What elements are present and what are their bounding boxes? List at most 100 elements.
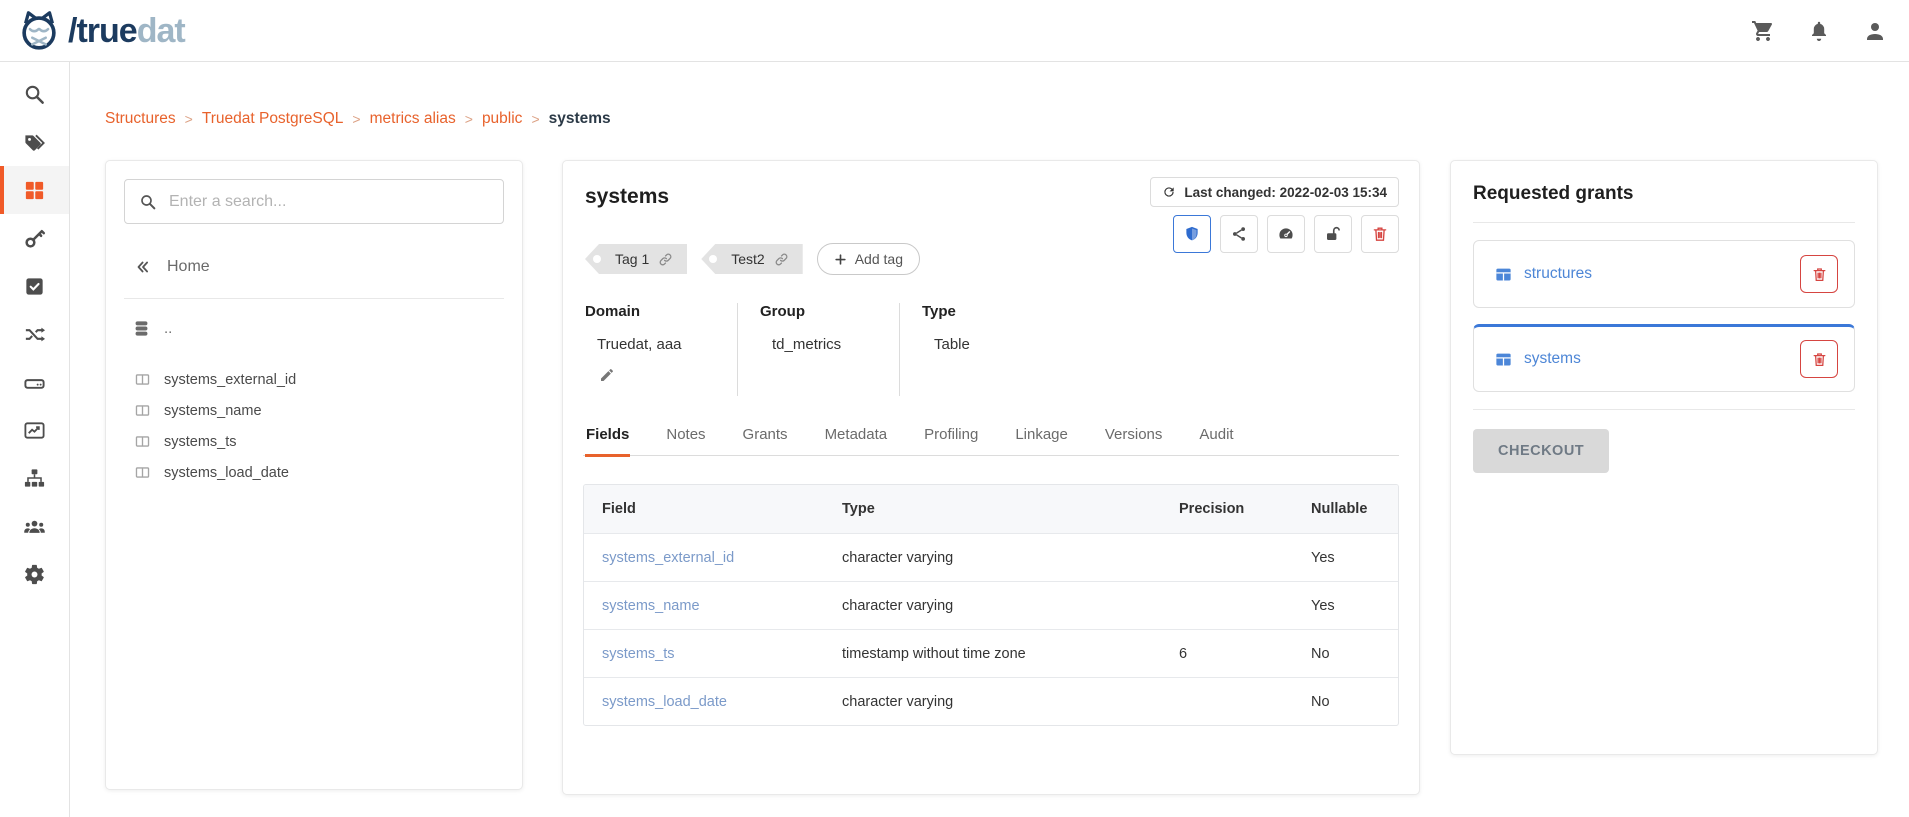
trash-icon [1811, 351, 1828, 368]
link-icon[interactable] [658, 252, 673, 267]
truedat-logo[interactable]: /truedat [0, 8, 185, 54]
tab-fields[interactable]: Fields [585, 426, 630, 455]
table-row: systems_ts timestamp without time zone 6… [584, 629, 1398, 677]
tags-icon [23, 131, 46, 154]
unlock-button[interactable] [1314, 215, 1352, 253]
tab-grants[interactable]: Grants [742, 426, 789, 455]
edit-domain-pencil-icon[interactable] [599, 367, 615, 383]
tab-linkage[interactable]: Linkage [1014, 426, 1069, 455]
browser-field-item[interactable]: systems_name [124, 395, 504, 426]
fields-table-header: Field Type Precision Nullable [584, 485, 1398, 533]
structure-detail-panel: systems Last changed: 2022-02-03 15:34 [562, 160, 1420, 795]
refresh-icon [1162, 185, 1176, 199]
columns-icon [134, 433, 151, 450]
key-icon [23, 227, 46, 250]
share-icon [1230, 225, 1248, 243]
delete-structure-button[interactable] [1361, 215, 1399, 253]
share-button[interactable] [1220, 215, 1258, 253]
sitemap-icon [23, 467, 46, 490]
tab-versions[interactable]: Versions [1104, 426, 1164, 455]
sidebar-item-systems[interactable] [0, 358, 69, 406]
browser-parent-item[interactable]: .. [132, 319, 504, 338]
browser-home-button[interactable]: Home [134, 258, 504, 276]
field-nullable: No [1293, 646, 1398, 662]
meta-type: Type Table [899, 303, 990, 396]
trash-icon [1811, 266, 1828, 283]
sidebar-item-roles[interactable] [0, 502, 69, 550]
database-icon [132, 319, 151, 338]
sidebar-item-permissions[interactable] [0, 214, 69, 262]
table-icon [1494, 265, 1513, 284]
breadcrumb-link[interactable]: metrics alias [370, 110, 456, 128]
browser-field-list: systems_external_id systems_name systems… [124, 364, 504, 488]
breadcrumb-separator: > [185, 111, 193, 127]
sidebar-rail [0, 62, 70, 817]
breadcrumb: Structures > Truedat PostgreSQL > metric… [105, 110, 611, 128]
structure-browser-panel: Home .. systems_external_id systems_name… [105, 160, 523, 790]
sidebar-item-settings[interactable] [0, 550, 69, 598]
search-icon [23, 83, 46, 106]
cart-icon[interactable] [1751, 19, 1775, 43]
tag-chip[interactable]: Test2 [701, 244, 802, 274]
link-icon[interactable] [774, 252, 789, 267]
tab-audit[interactable]: Audit [1198, 426, 1234, 455]
columns-icon [134, 402, 151, 419]
sidebar-item-search[interactable] [0, 70, 69, 118]
browser-field-item[interactable]: systems_external_id [124, 364, 504, 395]
field-link[interactable]: systems_ts [584, 646, 824, 662]
col-header-field: Field [584, 501, 824, 517]
grant-item-link[interactable]: structures [1524, 265, 1800, 283]
remove-grant-button[interactable] [1800, 340, 1838, 378]
field-nullable: Yes [1293, 550, 1398, 566]
breadcrumb-link[interactable]: Truedat PostgreSQL [202, 110, 344, 128]
table-row: systems_name character varying Yes [584, 581, 1398, 629]
shuffle-icon [23, 323, 46, 346]
protection-button[interactable] [1173, 215, 1211, 253]
columns-icon [134, 464, 151, 481]
add-tag-button[interactable]: Add tag [817, 243, 920, 275]
browser-field-item[interactable]: systems_ts [124, 426, 504, 457]
tag-chip[interactable]: Tag 1 [585, 244, 687, 274]
field-type: character varying [824, 598, 1161, 614]
grant-item-link[interactable]: systems [1524, 350, 1800, 368]
tag-label: Tag 1 [615, 251, 649, 267]
gauge-icon [1277, 225, 1295, 243]
tab-metadata[interactable]: Metadata [824, 426, 889, 455]
breadcrumb-link[interactable]: Structures [105, 110, 176, 128]
col-header-precision: Precision [1161, 501, 1293, 517]
table-row: systems_load_date character varying No [584, 677, 1398, 725]
tag-label: Test2 [731, 251, 764, 267]
sidebar-item-lineage[interactable] [0, 310, 69, 358]
settings-gear-icon [23, 563, 46, 586]
table-row: systems_external_id character varying Ye… [584, 533, 1398, 581]
breadcrumb-link[interactable]: public [482, 110, 523, 128]
bell-icon[interactable] [1807, 19, 1831, 43]
type-value: Table [934, 336, 970, 353]
quality-gauge-button[interactable] [1267, 215, 1305, 253]
search-input[interactable] [169, 193, 489, 211]
user-icon[interactable] [1863, 19, 1887, 43]
tab-notes[interactable]: Notes [665, 426, 706, 455]
sidebar-item-dashboards[interactable] [0, 406, 69, 454]
browser-field-item[interactable]: systems_load_date [124, 457, 504, 488]
sidebar-item-structures[interactable] [0, 166, 69, 214]
breadcrumb-separator: > [531, 111, 539, 127]
sidebar-item-tags[interactable] [0, 118, 69, 166]
field-link[interactable]: systems_load_date [584, 694, 824, 710]
sidebar-item-quality[interactable] [0, 262, 69, 310]
detail-tabs: Fields Notes Grants Metadata Profiling L… [583, 426, 1399, 456]
divider [1473, 409, 1855, 410]
detail-action-buttons [1173, 215, 1399, 253]
field-link[interactable]: systems_name [584, 598, 824, 614]
fields-table: Field Type Precision Nullable systems_ex… [583, 484, 1399, 726]
browser-search-box [124, 179, 504, 224]
check-square-icon [23, 275, 46, 298]
tab-profiling[interactable]: Profiling [923, 426, 979, 455]
sidebar-item-domains[interactable] [0, 454, 69, 502]
remove-grant-button[interactable] [1800, 255, 1838, 293]
requested-grants-panel: Requested grants structures systems [1450, 160, 1878, 755]
field-link[interactable]: systems_external_id [584, 550, 824, 566]
field-item-label: systems_load_date [164, 465, 289, 481]
checkout-button[interactable]: CHECKOUT [1473, 429, 1609, 473]
last-changed-button[interactable]: Last changed: 2022-02-03 15:34 [1150, 177, 1399, 207]
